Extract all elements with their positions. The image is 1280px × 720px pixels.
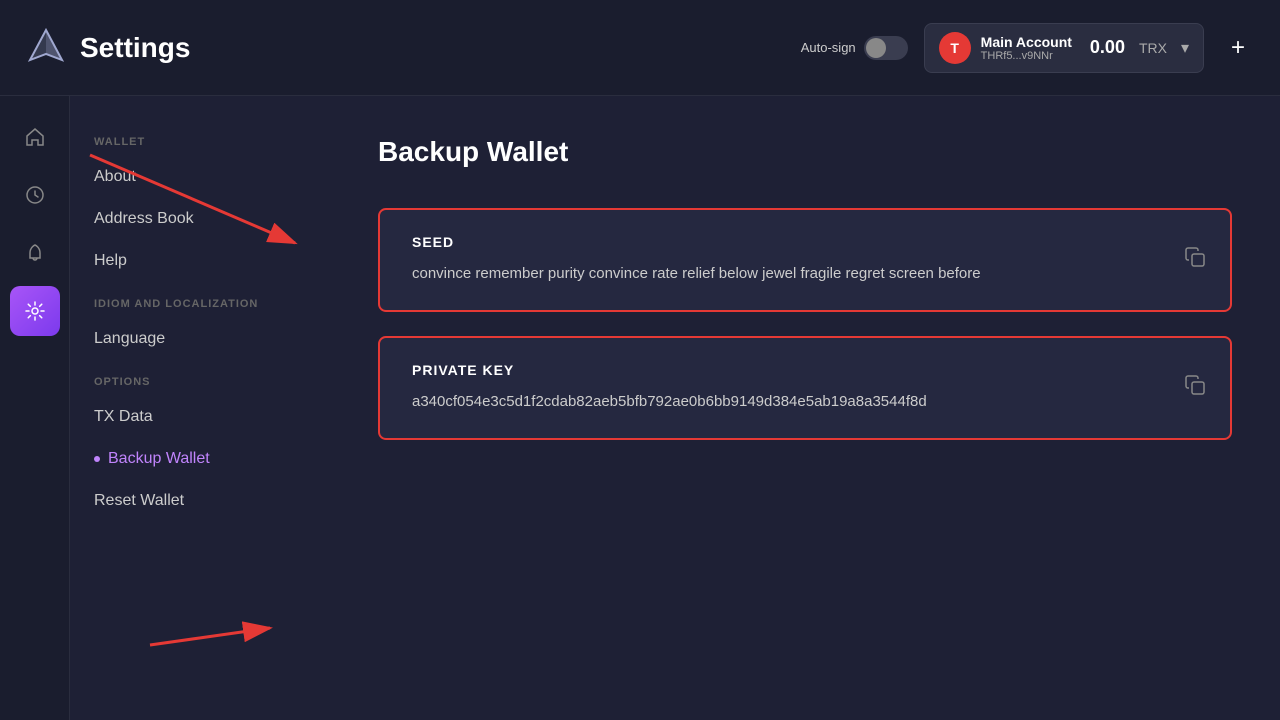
nav-sidebar: WALLET About Address Book Help IDIOM AND… (70, 96, 330, 720)
nav-section-options-label: OPTIONS (70, 360, 330, 396)
account-balance: 0.00 (1090, 37, 1125, 58)
seed-card: SEED convince remember purity convince r… (378, 208, 1232, 312)
private-key-label: Private Key (412, 362, 1198, 378)
sidebar-item-history[interactable] (10, 170, 60, 220)
account-badge[interactable]: T Main Account THRf5...v9NNr 0.00 TRX ▾ (924, 23, 1204, 73)
nav-section-wallet-label: WALLET (70, 120, 330, 156)
header-right: Auto-sign T Main Account THRf5...v9NNr 0… (801, 23, 1256, 73)
content-area: Backup Wallet SEED convince remember pur… (330, 96, 1280, 720)
private-key-card: Private Key a340cf054e3c5d1f2cdab82aeb5b… (378, 336, 1232, 440)
private-key-value: a340cf054e3c5d1f2cdab82aeb5bfb792ae0b6bb… (412, 390, 1092, 414)
nav-section-localization: IDIOM AND LOCALIZATION Language (70, 282, 330, 360)
app-header: Settings Auto-sign T Main Account THRf5.… (0, 0, 1280, 96)
sidebar-item-address-book[interactable]: Address Book (70, 198, 330, 240)
icon-sidebar (0, 96, 70, 720)
sidebar-item-help[interactable]: Help (70, 240, 330, 282)
page-title: Backup Wallet (378, 136, 1232, 168)
toggle-knob (866, 38, 886, 58)
sidebar-item-notifications[interactable] (10, 228, 60, 278)
sidebar-item-language[interactable]: Language (70, 318, 330, 360)
sidebar-item-tx-data[interactable]: TX Data (70, 396, 330, 438)
autosign-label: Auto-sign (801, 40, 856, 55)
sidebar-item-about[interactable]: About (70, 156, 330, 198)
main-layout: WALLET About Address Book Help IDIOM AND… (0, 96, 1280, 720)
account-name: Main Account (981, 34, 1072, 50)
chevron-down-icon: ▾ (1181, 38, 1189, 58)
seed-copy-button[interactable] (1184, 246, 1206, 274)
nav-section-options: OPTIONS TX Data Backup Wallet Reset Wall… (70, 360, 330, 522)
logo-area: Settings (24, 26, 785, 70)
seed-value: convince remember purity convince rate r… (412, 262, 1092, 286)
private-key-copy-button[interactable] (1184, 374, 1206, 402)
nav-section-localization-label: IDIOM AND LOCALIZATION (70, 282, 330, 318)
seed-label: SEED (412, 234, 1198, 250)
add-button[interactable]: + (1220, 30, 1256, 66)
account-currency: TRX (1139, 40, 1167, 56)
autosign-toggle[interactable] (864, 36, 908, 60)
sidebar-item-reset-wallet[interactable]: Reset Wallet (70, 480, 330, 522)
app-logo (24, 26, 68, 70)
account-icon: T (939, 32, 971, 64)
sidebar-item-home[interactable] (10, 112, 60, 162)
account-address: THRf5...v9NNr (981, 50, 1072, 62)
sidebar-item-settings[interactable] (10, 286, 60, 336)
account-info: Main Account THRf5...v9NNr (981, 34, 1072, 62)
sidebar-item-backup-wallet[interactable]: Backup Wallet (70, 438, 330, 480)
page-heading: Settings (80, 32, 190, 64)
active-dot (94, 456, 100, 462)
autosign-area: Auto-sign (801, 36, 908, 60)
nav-section-wallet: WALLET About Address Book Help (70, 120, 330, 282)
